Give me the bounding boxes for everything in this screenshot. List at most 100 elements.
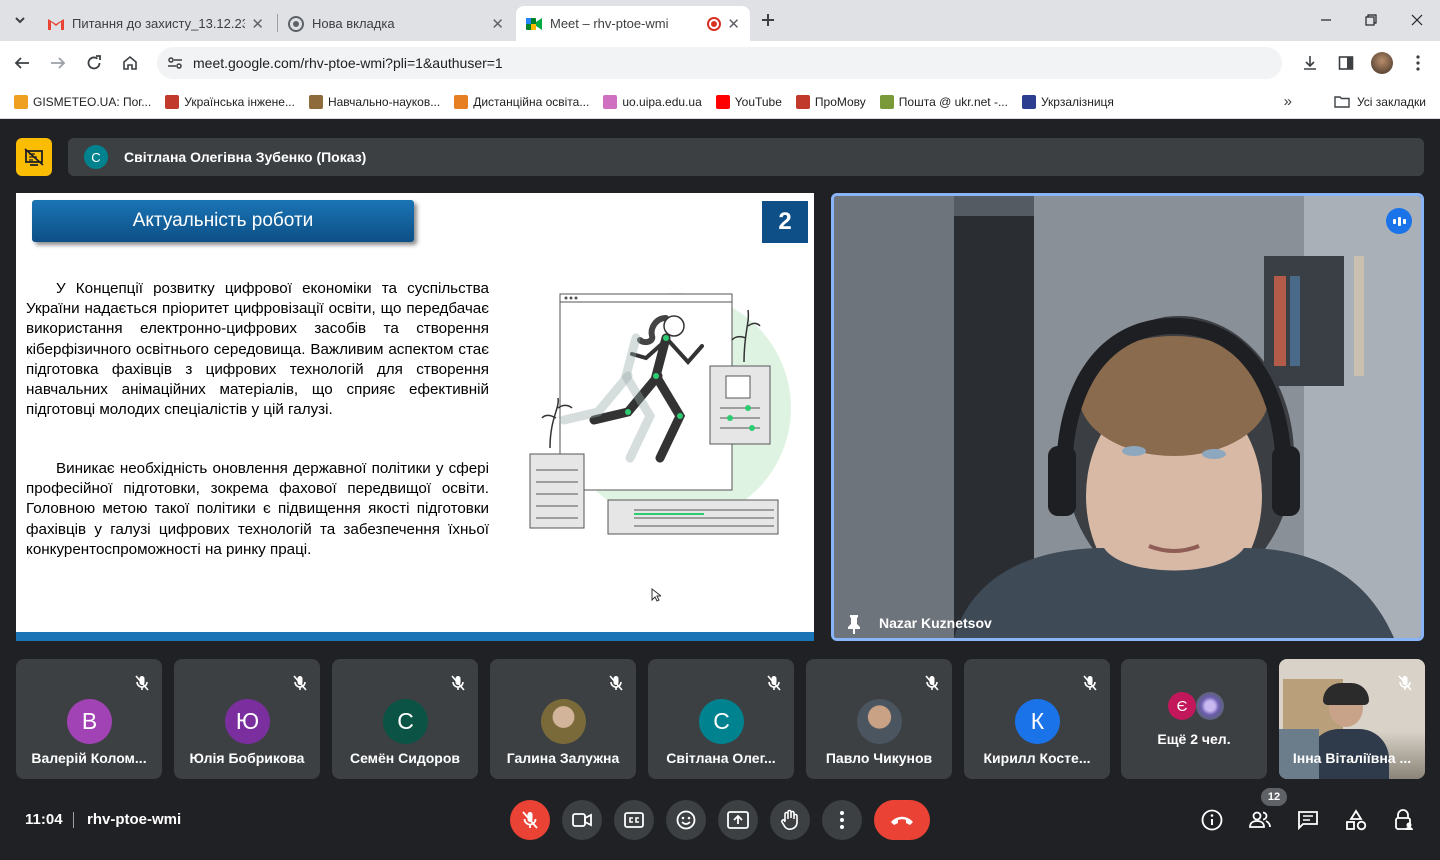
bookmark-favicon-icon: [14, 94, 28, 109]
participant-tile[interactable]: В Валерій Колом...: [16, 659, 162, 779]
people-button[interactable]: [1244, 804, 1276, 836]
bookmark-promovu[interactable]: ПроМову: [795, 94, 866, 109]
new-tab-plus-icon[interactable]: [754, 6, 782, 34]
bookmark-favicon-icon: [795, 94, 810, 109]
participant-name: Світлана Олег...: [666, 750, 776, 766]
participant-tile[interactable]: С Світлана Олег...: [648, 659, 794, 779]
mic-off-icon: [609, 675, 623, 691]
participant-tile[interactable]: Інна Віталіївна ...: [1279, 659, 1425, 779]
mic-off-icon: [1083, 675, 1097, 691]
close-tab-icon[interactable]: ✕: [727, 15, 740, 33]
more-bookmarks-chevron-icon[interactable]: »: [1284, 93, 1292, 110]
camera-button[interactable]: [562, 800, 602, 840]
bookmark-uz[interactable]: Укрзалізниця: [1021, 94, 1114, 109]
raise-hand-button[interactable]: [770, 800, 810, 840]
speaker-video-tile[interactable]: Nazar Kuznetsov: [831, 193, 1424, 641]
bookmark-nauk[interactable]: Навчально-науков...: [308, 94, 440, 109]
bookmark-favicon-icon: [603, 94, 618, 109]
bookmark-gismeteo[interactable]: GISMETEO.UA: Пог...: [14, 94, 152, 109]
bookmark-label: YouTube: [734, 94, 782, 109]
mic-off-icon: [293, 675, 307, 691]
presenter-avatar: С: [84, 145, 108, 169]
present-screen-button[interactable]: [718, 800, 758, 840]
participant-avatar: С: [383, 699, 428, 744]
bookmarks-bar: GISMETEO.UA: Пог... Українська інжене...…: [0, 85, 1440, 119]
microphone-off-button[interactable]: [510, 800, 550, 840]
leave-call-button[interactable]: [874, 800, 930, 840]
more-options-button[interactable]: [822, 800, 862, 840]
participant-photo-avatar: [1196, 692, 1224, 720]
stop-presenting-icon[interactable]: [16, 138, 52, 176]
participant-tile[interactable]: К Кирилл Косте...: [964, 659, 1110, 779]
all-bookmarks-label: Усі закладки: [1356, 94, 1426, 109]
tab-new[interactable]: Нова вкладка ✕: [278, 6, 514, 41]
activities-shapes-icon: [1346, 809, 1367, 831]
close-window-icon[interactable]: [1403, 6, 1431, 34]
activities-button[interactable]: [1340, 804, 1372, 836]
forward-arrow-icon[interactable]: [44, 49, 72, 77]
host-controls-button[interactable]: [1388, 804, 1420, 836]
bookmark-uipa[interactable]: Українська інжене...: [165, 94, 295, 109]
bookmark-favicon-icon: [1021, 94, 1036, 109]
participant-tile[interactable]: Галина Залужна: [490, 659, 636, 779]
speaker-video-frame: [834, 196, 1421, 638]
divider: [73, 812, 74, 828]
bookmark-ukrnet[interactable]: Пошта @ ukr.net -...: [879, 94, 1008, 109]
youtube-icon: [715, 94, 730, 109]
all-bookmarks-folder[interactable]: Усі закладки: [1334, 95, 1426, 109]
home-icon[interactable]: [116, 49, 144, 77]
reactions-button[interactable]: [666, 800, 706, 840]
site-info-icon[interactable]: [167, 55, 183, 74]
participant-tile[interactable]: С Семён Сидоров: [332, 659, 478, 779]
participant-name: Павло Чикунов: [825, 750, 933, 766]
recording-indicator-icon: [707, 16, 722, 31]
tab-search-chevron-icon[interactable]: [6, 6, 34, 34]
bookmark-distance[interactable]: Дистанційна освіта...: [454, 94, 590, 109]
folder-icon: [1334, 95, 1350, 108]
info-icon: [1201, 809, 1223, 831]
people-icon: [1249, 811, 1271, 828]
tab-gmail[interactable]: Питання до захисту_13.12.23 - ✕: [38, 6, 274, 41]
emoji-icon: [676, 810, 696, 830]
side-panel-icon[interactable]: [1332, 49, 1360, 77]
lock-person-icon: [1395, 809, 1413, 830]
close-tab-icon[interactable]: ✕: [251, 15, 264, 33]
tab-meet[interactable]: Meet – rhv-ptoe-wmi ✕: [516, 6, 750, 41]
participant-avatar: В: [67, 699, 112, 744]
meeting-clock: 11:04: [25, 811, 63, 828]
bookmark-uo-uipa[interactable]: uo.uipa.edu.ua: [603, 94, 702, 109]
pin-icon[interactable]: [846, 614, 862, 634]
restore-window-icon[interactable]: [1357, 6, 1385, 34]
browser-menu-icon[interactable]: [1404, 49, 1432, 77]
more-participants-tile[interactable]: Є Ещё 2 чел.: [1121, 659, 1267, 779]
bookmark-label: GISMETEO.UA: Пог...: [33, 94, 152, 109]
people-count-badge: 12: [1261, 788, 1287, 806]
close-tab-icon[interactable]: ✕: [491, 15, 504, 33]
bookmark-label: uo.uipa.edu.ua: [622, 94, 702, 109]
mic-off-icon: [522, 811, 538, 829]
bookmark-label: ПроМову: [814, 94, 866, 109]
bookmark-youtube[interactable]: YouTube: [715, 94, 782, 109]
gmail-icon: [48, 16, 64, 32]
participant-tile[interactable]: Павло Чикунов: [806, 659, 952, 779]
download-icon[interactable]: [1296, 49, 1324, 77]
slide-paragraph-2: Виникає необхідність оновлення державної…: [26, 460, 489, 558]
profile-avatar[interactable]: [1368, 49, 1396, 77]
camera-icon: [572, 813, 592, 827]
presentation-slide: Актуальність роботи 2 У Концепції розвит…: [16, 193, 814, 641]
participant-tile[interactable]: Ю Юлія Бобрикова: [174, 659, 320, 779]
meeting-details-button[interactable]: [1196, 804, 1228, 836]
presenter-bar: С Світлана Олегівна Зубенко (Показ): [68, 138, 1424, 176]
minimize-window-icon[interactable]: [1312, 6, 1340, 34]
captions-button[interactable]: [614, 800, 654, 840]
slide-number: 2: [762, 201, 808, 243]
chat-button[interactable]: [1292, 804, 1324, 836]
speaking-indicator-icon: [1386, 208, 1412, 234]
back-arrow-icon[interactable]: [8, 49, 36, 77]
address-bar[interactable]: meet.google.com/rhv-ptoe-wmi?pli=1&authu…: [157, 47, 1282, 79]
meeting-code: rhv-ptoe-wmi: [87, 811, 182, 828]
captions-icon: [624, 812, 644, 828]
bookmark-label: Дистанційна освіта...: [473, 94, 590, 109]
participant-avatar: С: [699, 699, 744, 744]
reload-icon[interactable]: [80, 49, 108, 77]
